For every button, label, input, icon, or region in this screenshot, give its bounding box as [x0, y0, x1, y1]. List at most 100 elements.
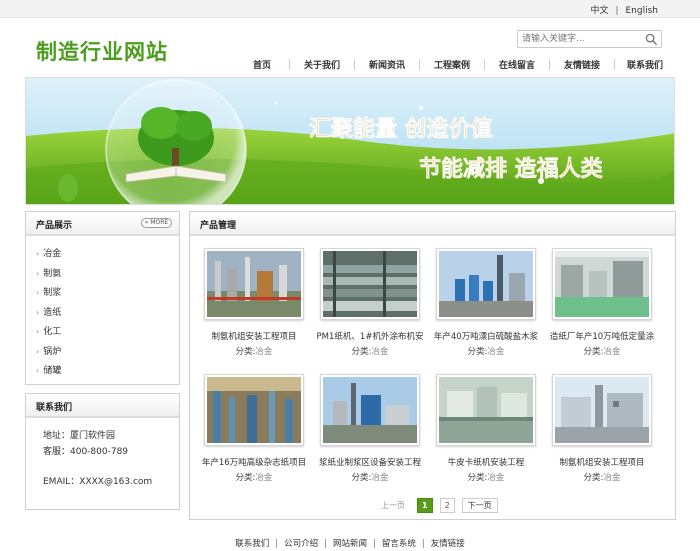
- category-item[interactable]: › 储罐: [36, 361, 179, 381]
- class-prefix: 分类:: [235, 347, 256, 357]
- product-name[interactable]: 浆纸业制浆区设备安装工程: [312, 457, 428, 469]
- category-list: › 冶金 › 制氨 › 制浆 › 造纸 › 化工 › 锅炉 › 储罐: [26, 236, 179, 387]
- product-class: 分类:冶金: [544, 346, 660, 358]
- footer-separator: |: [421, 539, 425, 549]
- product-image[interactable]: [436, 374, 536, 446]
- footer-link-contact[interactable]: 联系我们: [235, 539, 269, 549]
- search-icon[interactable]: [645, 33, 658, 46]
- product-name[interactable]: 牛皮卡纸机安装工程: [428, 457, 544, 469]
- category-label: 储罐: [43, 366, 62, 376]
- lang-chinese-link[interactable]: 中文: [590, 6, 608, 16]
- product-image[interactable]: [436, 248, 536, 320]
- product-card: 牛皮卡纸机安装工程 分类:冶金: [428, 374, 544, 484]
- nav-about[interactable]: 关于我们: [290, 58, 354, 71]
- category-item[interactable]: › 冶金: [36, 244, 179, 264]
- product-category[interactable]: 冶金: [255, 473, 272, 483]
- category-label: 冶金: [43, 249, 62, 259]
- class-prefix: 分类:: [351, 347, 372, 357]
- banner-slogan-1: 汇聚能量 创造价值: [309, 116, 493, 142]
- nav-news[interactable]: 新闻资讯: [355, 58, 419, 71]
- product-card: PM1纸机、1#机外涂布机安 分类:冶金: [312, 248, 428, 358]
- product-panel: 产品管理 制氨机组安装工程项目 分类:冶金 PM1纸机、1#机外涂布机安 分类:…: [189, 211, 676, 520]
- arrow-icon: ›: [36, 307, 40, 317]
- product-category[interactable]: 冶金: [255, 347, 272, 357]
- product-category[interactable]: 冶金: [487, 473, 504, 483]
- arrow-icon: ›: [36, 268, 40, 278]
- product-card: 造纸厂年产10万吨低定量涂 分类:冶金: [544, 248, 660, 358]
- top-bar: 中文 | English: [0, 0, 700, 18]
- product-class: 分类:冶金: [196, 472, 312, 484]
- contact-email: EMAIL：XXXX@163.com: [43, 477, 153, 487]
- product-name[interactable]: 制氨机组安装工程项目: [544, 457, 660, 469]
- product-class: 分类:冶金: [428, 346, 544, 358]
- product-card: 年产40万吨漂白硫酸盐木浆 分类:冶金: [428, 248, 544, 358]
- pulp-mill-towers-photo: [439, 251, 533, 317]
- plant-exterior-photo: [323, 377, 417, 443]
- prev-page-button[interactable]: 上一页: [376, 498, 410, 513]
- product-category[interactable]: 冶金: [487, 347, 504, 357]
- contact-box: 联系我们 地址：厦门软件园 客服：400-800-789 EMAIL：XXXX@…: [25, 393, 180, 510]
- footer-separator: |: [275, 539, 279, 549]
- product-image[interactable]: [320, 374, 420, 446]
- product-category[interactable]: 冶金: [603, 347, 620, 357]
- footer-link-news[interactable]: 网站新闻: [333, 539, 367, 549]
- nav-cases[interactable]: 工程案例: [420, 58, 484, 71]
- next-page-button[interactable]: 下一页: [461, 498, 498, 513]
- product-image[interactable]: [552, 248, 652, 320]
- page-button-2[interactable]: 2: [439, 498, 455, 513]
- nav-guestbook[interactable]: 在线留言: [485, 58, 549, 71]
- product-class: 分类:冶金: [312, 472, 428, 484]
- more-button[interactable]: » MORE: [141, 218, 172, 228]
- product-category-header: 产品展示 » MORE: [26, 212, 179, 236]
- footer-link-about[interactable]: 公司介绍: [284, 539, 318, 549]
- nav-links[interactable]: 友情链接: [550, 58, 614, 71]
- arrow-icon: ›: [36, 366, 40, 375]
- page-button-1[interactable]: 1: [417, 498, 433, 513]
- search-input[interactable]: [518, 31, 643, 47]
- product-name[interactable]: 年产16万吨高级杂志纸项目: [196, 457, 312, 469]
- product-category-box: 产品展示 » MORE › 冶金 › 制氨 › 制浆 › 造纸 › 化工 › 锅炉 › 储罐: [25, 211, 180, 385]
- product-image[interactable]: [204, 248, 304, 320]
- footer-links: 联系我们 | 公司介绍 | 网站新闻 | 留言系统 | 友情链接: [0, 537, 700, 549]
- banner-slogan-2: 节能减排 造福人类: [419, 156, 604, 182]
- nav-home[interactable]: 首页: [235, 58, 289, 71]
- product-name[interactable]: 造纸厂年产10万吨低定量涂: [544, 331, 660, 343]
- site-logo[interactable]: 制造行业网站: [36, 36, 168, 66]
- category-item[interactable]: › 制浆: [36, 283, 179, 303]
- product-category[interactable]: 冶金: [371, 347, 388, 357]
- category-label: 制浆: [43, 288, 62, 298]
- product-name[interactable]: PM1纸机、1#机外涂布机安: [312, 331, 428, 343]
- machine-room-photo: [439, 377, 533, 443]
- product-image[interactable]: [204, 374, 304, 446]
- contact-title: 联系我们: [36, 403, 73, 413]
- category-item[interactable]: › 造纸: [36, 303, 179, 323]
- product-name[interactable]: 年产40万吨漂白硫酸盐木浆: [428, 331, 544, 343]
- contact-info: 地址：厦门软件园 客服：400-800-789 EMAIL：XXXX@163.c…: [26, 418, 179, 490]
- product-category-title: 产品展示: [36, 221, 73, 231]
- product-card: 制氨机组安装工程项目 分类:冶金: [544, 374, 660, 484]
- pagination: 上一页 1 2 下一页: [376, 498, 505, 513]
- product-category[interactable]: 冶金: [371, 473, 388, 483]
- nav-contact[interactable]: 联系我们: [615, 58, 675, 71]
- footer-link-friends[interactable]: 友情链接: [431, 539, 465, 549]
- class-prefix: 分类:: [583, 347, 604, 357]
- product-card: 年产16万吨高级杂志纸项目 分类:冶金: [196, 374, 312, 484]
- product-image[interactable]: [320, 248, 420, 320]
- lang-english-link[interactable]: English: [626, 6, 659, 16]
- product-name[interactable]: 制氨机组安装工程项目: [196, 331, 312, 343]
- category-item[interactable]: › 化工: [36, 322, 179, 342]
- plant-building-photo: [555, 377, 649, 443]
- footer-link-guestbook[interactable]: 留言系统: [382, 539, 416, 549]
- product-class: 分类:冶金: [196, 346, 312, 358]
- footer-separator: |: [324, 539, 327, 549]
- category-label: 制氨: [43, 268, 62, 279]
- product-category[interactable]: 冶金: [603, 473, 620, 483]
- product-panel-header: 产品管理: [190, 212, 675, 236]
- arrow-icon: ›: [36, 346, 40, 356]
- class-prefix: 分类:: [235, 473, 256, 483]
- category-item[interactable]: › 制氨: [36, 264, 179, 284]
- category-item[interactable]: › 锅炉: [36, 342, 179, 362]
- product-image[interactable]: [552, 374, 652, 446]
- more-label: MORE: [150, 219, 169, 226]
- pipe-hall-photo: [207, 377, 301, 443]
